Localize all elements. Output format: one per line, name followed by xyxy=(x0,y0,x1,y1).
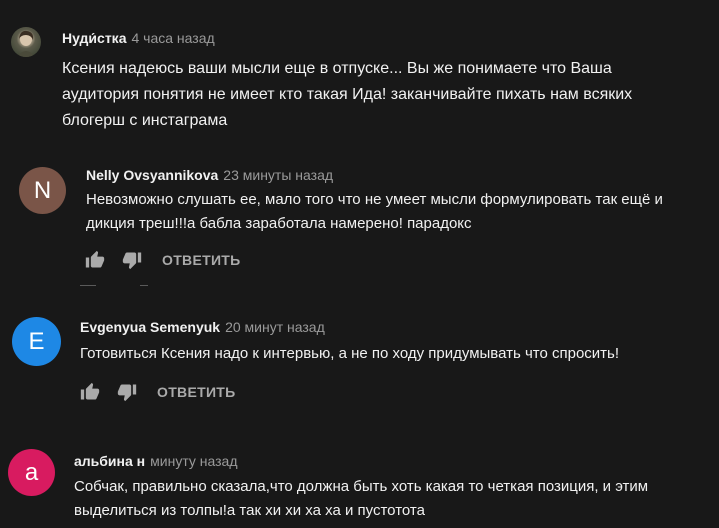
thumb-down-icon[interactable] xyxy=(121,249,143,271)
comment-author-line: альбина н минуту назад xyxy=(74,452,238,470)
comment-text: Готовиться Ксения надо к интервью, а не … xyxy=(80,345,620,362)
comment-timestamp[interactable]: 23 минуты назад xyxy=(223,167,333,183)
comment-text: Собчак, правильно сказала,что должна быт… xyxy=(74,478,649,519)
comment-author[interactable]: альбина н xyxy=(74,453,145,469)
avatar[interactable]: N xyxy=(19,167,66,214)
comment-item: E Evgenyua Semenyuk 20 минут назад Готови… xyxy=(0,300,719,420)
comment-item: Нуди́стка 4 часа назад Ксения надеюсь ваш… xyxy=(0,0,719,140)
thumb-up-icon[interactable] xyxy=(84,249,106,271)
comment-timestamp[interactable]: 4 часа назад xyxy=(131,30,214,46)
divider xyxy=(140,285,148,286)
comment-actions: ОТВЕТИТЬ xyxy=(84,248,241,272)
comment-text: Невозможно слушать ее, мало того что не … xyxy=(86,191,663,232)
reply-button[interactable]: ОТВЕТИТЬ xyxy=(162,252,241,268)
comment-timestamp[interactable]: 20 минут назад xyxy=(225,319,325,335)
avatar-photo-icon xyxy=(17,30,35,57)
avatar[interactable]: E xyxy=(12,317,61,366)
reply-button[interactable]: ОТВЕТИТЬ xyxy=(157,384,236,400)
comment-item: a альбина н минуту назад Собчак, правильн… xyxy=(0,440,719,528)
comment-timestamp[interactable]: минуту назад xyxy=(150,453,237,469)
avatar[interactable] xyxy=(11,27,41,57)
comment-author-line: Nelly Ovsyannikova 23 минуты назад xyxy=(86,166,333,184)
thumb-down-icon[interactable] xyxy=(116,381,138,403)
comment-actions: ОТВЕТИТЬ xyxy=(79,380,236,404)
comment-author[interactable]: Evgenyua Semenyuk xyxy=(80,319,220,335)
avatar[interactable]: a xyxy=(8,449,55,496)
avatar-letter: a xyxy=(24,458,39,486)
comments-section: Нуди́стка 4 часа назад Ксения надеюсь ваш… xyxy=(0,0,719,528)
comment-author-line: Нуди́стка 4 часа назад xyxy=(62,29,215,47)
comment-author[interactable]: Nelly Ovsyannikova xyxy=(86,167,218,183)
divider xyxy=(80,285,96,286)
comment-text: Ксения надеюсь ваши мысли еще в отпуске.… xyxy=(62,60,633,129)
avatar-letter: E xyxy=(28,327,45,355)
avatar-letter: N xyxy=(33,176,52,204)
comment-item: N Nelly Ovsyannikova 23 минуты назад Нево… xyxy=(0,150,719,290)
comment-author[interactable]: Нуди́стка xyxy=(62,30,126,46)
thumb-up-icon[interactable] xyxy=(79,381,101,403)
comment-author-line: Evgenyua Semenyuk 20 минут назад xyxy=(80,318,325,336)
